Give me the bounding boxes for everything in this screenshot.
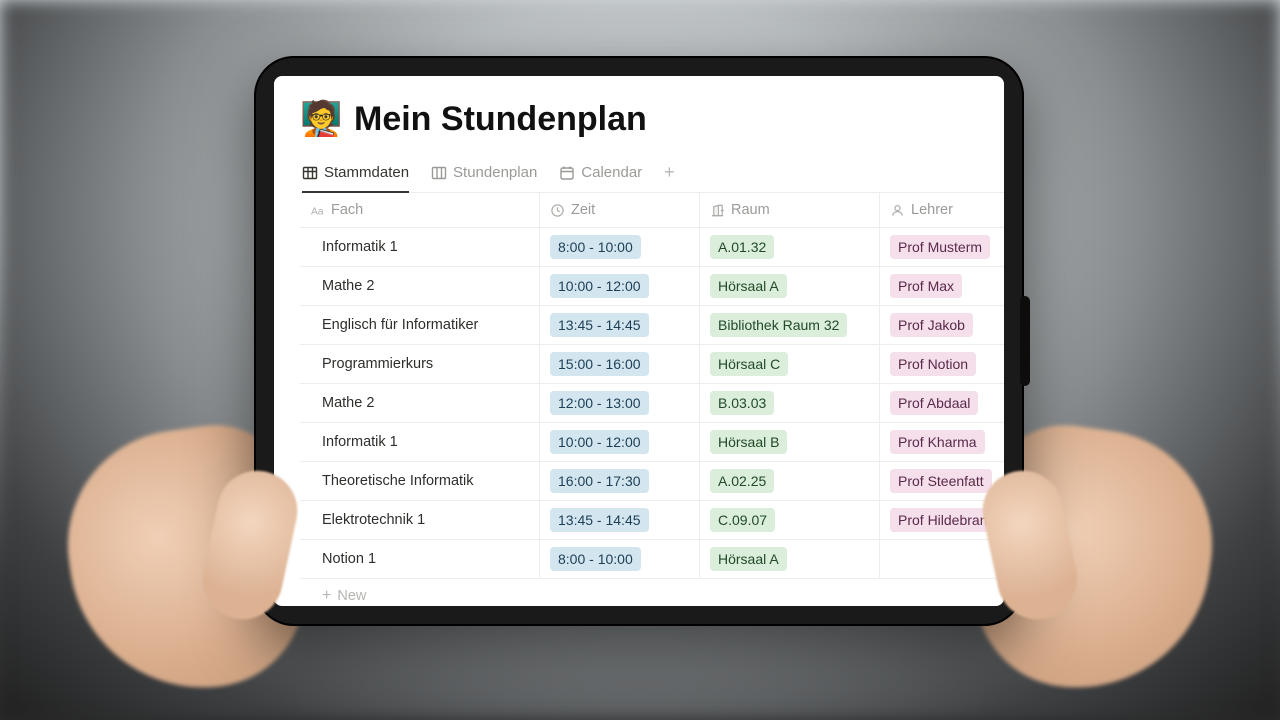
teacher-tag: Prof Notion (890, 352, 976, 376)
cell-fach[interactable]: Mathe 2 (300, 267, 540, 306)
time-tag: 8:00 - 10:00 (550, 547, 641, 571)
teacher-tag: Prof Kharma (890, 430, 985, 454)
tab-stundenplan[interactable]: Stundenplan (431, 158, 537, 193)
column-header-raum[interactable]: Raum (700, 193, 880, 228)
cell-fach[interactable]: Englisch für Informatiker (300, 306, 540, 345)
cell-raum[interactable]: A.02.25 (700, 462, 880, 501)
room-tag: Hörsaal C (710, 352, 788, 376)
cell-lehrer[interactable]: Prof Kharma (880, 423, 1004, 462)
cell-lehrer[interactable]: Prof Musterm (880, 228, 1004, 267)
text-icon: Aa (310, 203, 325, 218)
cell-zeit[interactable]: 10:00 - 12:00 (540, 423, 700, 462)
cell-zeit[interactable]: 10:00 - 12:00 (540, 267, 700, 306)
tab-stammdaten[interactable]: Stammdaten (302, 158, 409, 193)
cell-fach[interactable]: Programmierkurs (300, 345, 540, 384)
cell-zeit[interactable]: 8:00 - 10:00 (540, 228, 700, 267)
time-tag: 8:00 - 10:00 (550, 235, 641, 259)
tab-calendar[interactable]: Calendar (559, 158, 642, 193)
cell-fach[interactable]: Informatik 1 (300, 423, 540, 462)
tablet-device: 🧑‍🏫 Mein Stundenplan Stammdaten (254, 56, 1024, 626)
room-tag: Hörsaal A (710, 274, 787, 298)
cell-zeit[interactable]: 13:45 - 14:45 (540, 306, 700, 345)
teacher-tag: Prof Hildebran (890, 508, 996, 532)
column-label: Lehrer (911, 202, 953, 218)
board-icon (431, 165, 447, 181)
column-label: Fach (331, 202, 363, 218)
person-icon (890, 203, 905, 218)
teacher-tag: Prof Steenfatt (890, 469, 992, 493)
schedule-table: Aa Fach Zeit Raum (300, 193, 1004, 606)
cell-fach[interactable]: Informatik 1 (300, 228, 540, 267)
teacher-tag: Prof Musterm (890, 235, 990, 259)
cell-lehrer[interactable]: Prof Notion (880, 345, 1004, 384)
time-tag: 13:45 - 14:45 (550, 508, 649, 532)
teacher-tag: Prof Max (890, 274, 962, 298)
cell-raum[interactable]: Hörsaal A (700, 540, 880, 579)
cell-raum[interactable]: A.01.32 (700, 228, 880, 267)
plus-icon: + (322, 587, 331, 605)
room-tag: Hörsaal B (710, 430, 787, 454)
room-tag: B.03.03 (710, 391, 774, 415)
table-icon (302, 165, 318, 181)
tab-label: Stundenplan (453, 164, 537, 181)
teacher-tag: Prof Abdaal (890, 391, 978, 415)
room-tag: A.01.32 (710, 235, 774, 259)
column-header-zeit[interactable]: Zeit (540, 193, 700, 228)
cell-lehrer[interactable] (880, 540, 1004, 579)
cell-fach[interactable]: Mathe 2 (300, 384, 540, 423)
column-label: Zeit (571, 202, 595, 218)
cell-lehrer[interactable]: Prof Max (880, 267, 1004, 306)
cell-raum[interactable]: Hörsaal C (700, 345, 880, 384)
add-view-button[interactable]: + (664, 162, 675, 189)
cell-fach[interactable]: Elektrotechnik 1 (300, 501, 540, 540)
time-tag: 15:00 - 16:00 (550, 352, 649, 376)
teacher-tag: Prof Jakob (890, 313, 973, 337)
cell-raum[interactable]: B.03.03 (700, 384, 880, 423)
room-tag: A.02.25 (710, 469, 774, 493)
column-label: Raum (731, 202, 770, 218)
page-title[interactable]: Mein Stundenplan (354, 100, 647, 139)
time-tag: 12:00 - 13:00 (550, 391, 649, 415)
cell-zeit[interactable]: 12:00 - 13:00 (540, 384, 700, 423)
cell-raum[interactable]: Bibliothek Raum 32 (700, 306, 880, 345)
door-icon (710, 203, 725, 218)
cell-lehrer[interactable]: Prof Jakob (880, 306, 1004, 345)
calendar-icon (559, 165, 575, 181)
room-tag: C.09.07 (710, 508, 775, 532)
column-header-lehrer[interactable]: Lehrer (880, 193, 1004, 228)
room-tag: Bibliothek Raum 32 (710, 313, 847, 337)
page-icon[interactable]: 🧑‍🏫 (300, 98, 342, 140)
new-row-button[interactable]: + New (300, 579, 1004, 606)
tablet-screen: 🧑‍🏫 Mein Stundenplan Stammdaten (274, 76, 1004, 606)
cell-fach[interactable]: Theoretische Informatik (300, 462, 540, 501)
cell-raum[interactable]: Hörsaal B (700, 423, 880, 462)
column-header-fach[interactable]: Aa Fach (300, 193, 540, 228)
time-tag: 13:45 - 14:45 (550, 313, 649, 337)
view-tabs: Stammdaten Stundenplan Calendar (300, 158, 1004, 193)
time-tag: 10:00 - 12:00 (550, 274, 649, 298)
cell-zeit[interactable]: 16:00 - 17:30 (540, 462, 700, 501)
time-tag: 16:00 - 17:30 (550, 469, 649, 493)
new-row-label: New (337, 588, 366, 604)
cell-zeit[interactable]: 13:45 - 14:45 (540, 501, 700, 540)
cell-raum[interactable]: C.09.07 (700, 501, 880, 540)
cell-zeit[interactable]: 15:00 - 16:00 (540, 345, 700, 384)
cell-raum[interactable]: Hörsaal A (700, 267, 880, 306)
cell-fach[interactable]: Notion 1 (300, 540, 540, 579)
tab-label: Calendar (581, 164, 642, 181)
svg-text:Aa: Aa (311, 206, 324, 217)
time-tag: 10:00 - 12:00 (550, 430, 649, 454)
clock-icon (550, 203, 565, 218)
tab-label: Stammdaten (324, 164, 409, 181)
cell-lehrer[interactable]: Prof Abdaal (880, 384, 1004, 423)
cell-zeit[interactable]: 8:00 - 10:00 (540, 540, 700, 579)
room-tag: Hörsaal A (710, 547, 787, 571)
